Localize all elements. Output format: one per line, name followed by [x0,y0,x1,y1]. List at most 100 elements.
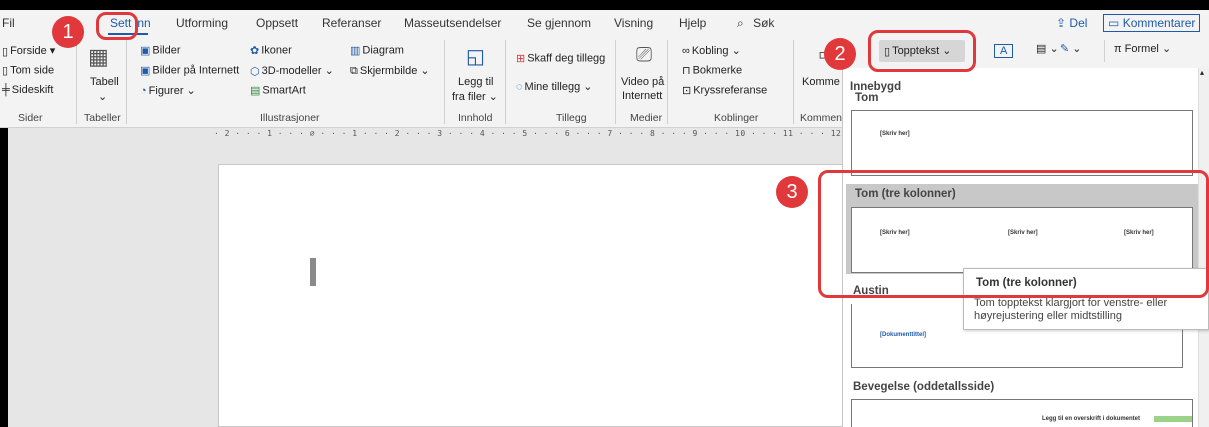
online-video-line2: Internett [622,90,663,102]
table-button[interactable]: Tabell [90,76,119,88]
header-option-motion-odd[interactable]: Legg til en overskrift i dokumentet [851,399,1193,427]
signature-icon: ✎ [1060,43,1070,55]
ruler-scale: · 2 · · · 1 · · · ⌀ · · · 1 · · · 2 · · … [214,129,927,138]
document-icon: ◱ [466,46,485,68]
add-from-files-button[interactable]: Legg til [458,76,493,88]
divider [76,40,77,124]
blank-page-button[interactable]: ▯ Tom side [2,64,54,77]
blank-page-label: Tom side [10,64,55,77]
share-icon: ⇪ [1056,16,1067,30]
add-from-files-line2-label: fra filer [452,91,486,103]
header-option-blank[interactable]: [Skriv her] [851,110,1193,176]
tab-help[interactable]: Hjelp [679,16,706,30]
cover-page-button[interactable]: ▯ Forside ▾ [2,44,55,58]
document-page[interactable] [218,164,858,427]
page-break-button[interactable]: ╪ Sideskift [2,84,53,96]
group-label-content: Innhold [458,112,493,124]
3d-models-label: 3D-modeller [261,65,322,77]
equation-label: Formel [1124,43,1159,55]
quick-parts-icon: ▤ [1036,43,1047,55]
smartart-button[interactable]: ▤ SmartArt [250,84,306,97]
online-pictures-button[interactable]: ▣ Bilder på Internett [140,64,239,77]
divider [793,40,794,124]
tab-file[interactable]: Fil [2,16,15,30]
group-label-media: Medier [630,112,663,124]
ribbon-tab-bar: Fil Sett inn Utforming Oppsett Referanse… [0,10,1209,36]
chart-icon: ▥ [350,45,361,57]
table-icon: ▦ [88,44,109,69]
divider [505,40,506,124]
get-addins-button[interactable]: ⊞ Skaff deg tillegg [516,52,605,65]
divider [667,40,668,124]
tab-mailings[interactable]: Masseutsendelser [404,16,501,30]
accent-bar [1154,416,1192,422]
get-addins-label: Skaff deg tillegg [527,52,606,65]
annotation-marker-3: 3 [776,176,808,208]
my-addins-button[interactable]: ◌ Mine tillegg ⌄ [516,80,592,93]
screenshot-button[interactable]: ⧉ Skjermbilde ⌄ [350,64,430,78]
online-picture-icon: ▣ [140,65,151,77]
annotation-marker-1: 1 [52,16,84,48]
pi-icon: π [1114,43,1122,55]
cover-page-label: Forside [10,45,47,57]
new-comment-button[interactable]: Komme [802,76,840,88]
gallery-section-title: Bevegelse (oddetallsside) [853,381,995,393]
placeholder-text: [Dokumenttittel] [880,332,926,338]
search-box[interactable]: ⌕ Søk [737,16,774,31]
screenshot-icon: ⧉ [350,64,358,77]
tab-review[interactable]: Se gjennom [527,16,591,30]
3d-models-button[interactable]: ⬡ 3D-modeller ⌄ [250,64,334,78]
comment-icon: ▭ [1108,16,1120,30]
signature-button[interactable]: ✎ ⌄ [1060,42,1082,55]
placeholder-text: [Skriv her] [880,131,910,137]
shapes-button[interactable]: ◔ Figurer ⌄ [140,84,196,97]
search-icon: ⌕ [737,16,744,30]
placeholder-text: Legg til en overskrift i dokumentet [1042,416,1141,422]
bookmark-label: Bokmerke [692,64,743,77]
chart-label: Diagram [362,44,404,57]
shapes-label: Figurer [148,85,184,97]
group-label-comments: Kommen [800,112,843,124]
group-label-addins: Tillegg [556,112,587,124]
tab-references[interactable]: Referanser [322,16,381,30]
bookmark-button[interactable]: ⊓ Bokmerke [682,64,742,77]
store-icon: ⊞ [516,53,526,65]
icons-button[interactable]: ✿ Ikoner [250,44,292,57]
annotation-marker-2: 2 [824,38,856,70]
tab-design[interactable]: Utforming [176,16,228,30]
link-button[interactable]: ∞ Kobling ⌄ [682,44,741,57]
pictures-button[interactable]: ▣ Bilder [140,44,181,57]
tab-layout[interactable]: Oppsett [256,16,298,30]
pictures-label: Bilder [152,44,181,57]
smartart-label: SmartArt [262,84,306,97]
search-label: Søk [753,16,775,30]
equation-button[interactable]: π Formel ⌄ [1114,42,1171,55]
page-break-label: Sideskift [11,84,54,96]
online-video-button[interactable]: Video på [621,76,664,88]
comments-button[interactable]: ▭ Kommentarer [1103,14,1201,32]
comments-label: Kommentarer [1122,16,1196,30]
smartart-icon: ▤ [250,85,261,97]
cube-icon: ⬡ [250,65,260,78]
quick-parts-button[interactable]: ▤ ⌄ [1036,42,1059,55]
group-label-links: Koblinger [714,112,759,124]
blank-page-icon: ▯ [2,65,9,77]
crossref-button[interactable]: ⊡ Kryssreferanse [682,84,767,97]
textbox-icon[interactable]: A [994,44,1014,58]
gallery-section-title: Tom [855,92,879,104]
add-from-files-line2: fra filer ⌄ [452,91,498,103]
share-button[interactable]: ⇪ Del [1056,16,1087,30]
left-edge [0,128,8,427]
chevron-down-icon: ⌄ [98,91,108,103]
my-addins-label: Mine tillegg [524,81,581,93]
tooltip-body: Tom topptekst klargjort for venstre- ell… [974,297,1168,322]
divider [126,40,127,124]
crossref-label: Kryssreferanse [693,84,768,97]
tab-view[interactable]: Visning [614,16,653,30]
addins-icon: ◌ [516,81,523,94]
crossref-icon: ⊡ [682,85,692,97]
chart-button[interactable]: ▥ Diagram [350,44,404,57]
scroll-up-icon[interactable]: ▴ [1200,68,1204,77]
shapes-icon: ◔ [140,85,147,98]
link-icon: ∞ [682,45,690,58]
